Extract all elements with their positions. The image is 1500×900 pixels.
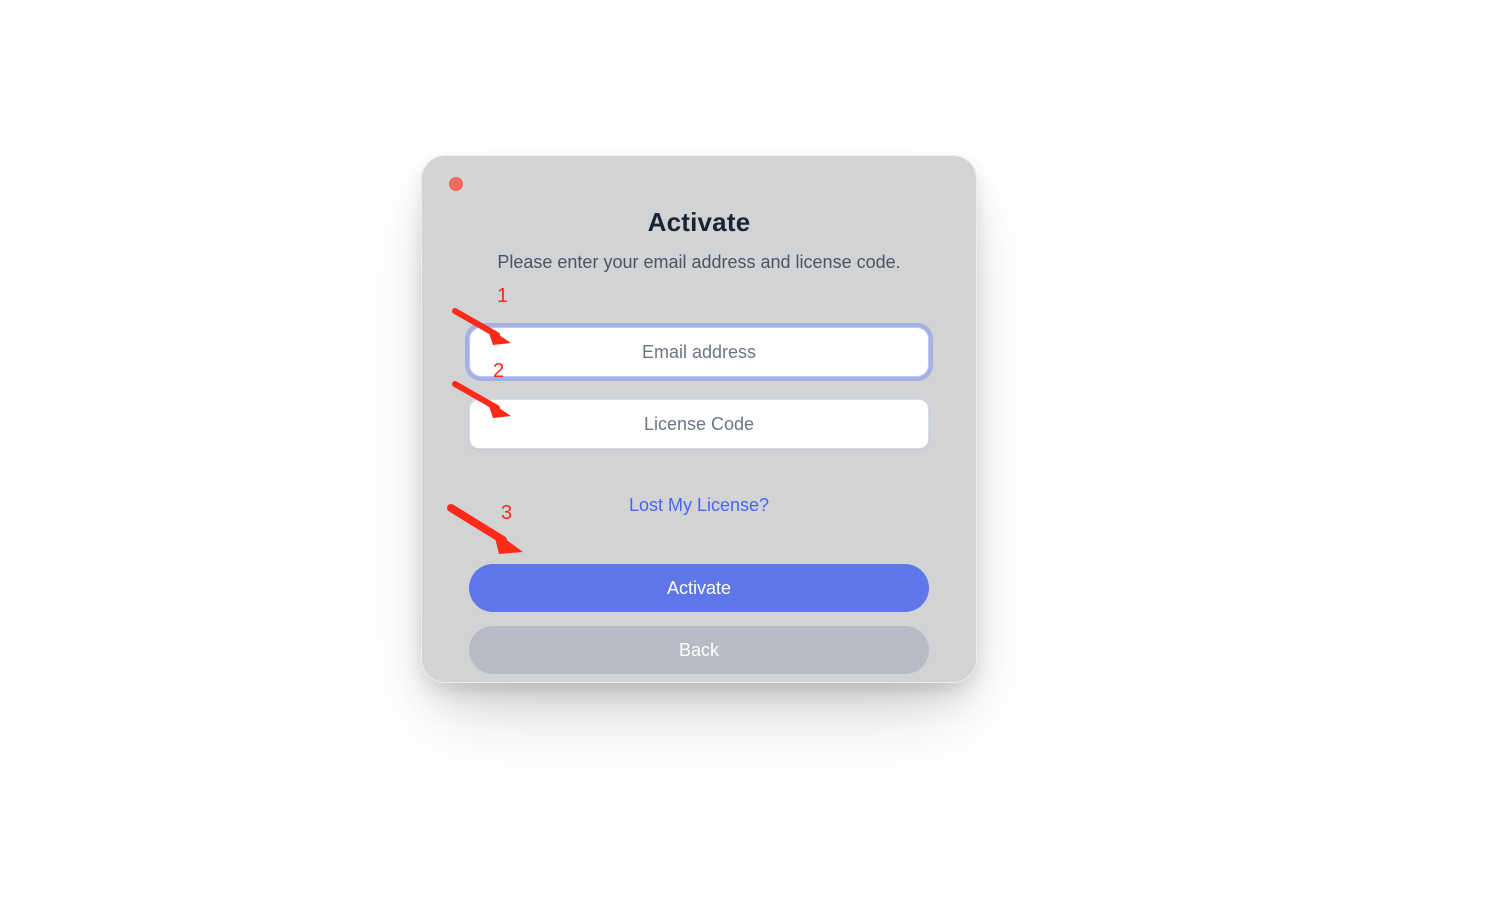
window-close-icon[interactable] — [449, 177, 463, 191]
dialog-subtitle: Please enter your email address and lice… — [497, 252, 900, 273]
input-group — [469, 327, 929, 449]
email-input[interactable] — [469, 327, 929, 377]
activate-dialog: Activate Please enter your email address… — [421, 155, 977, 683]
activate-button[interactable]: Activate — [469, 564, 929, 612]
dialog-title: Activate — [648, 207, 751, 238]
dialog-content: Activate Please enter your email address… — [421, 201, 977, 674]
back-button[interactable]: Back — [469, 626, 929, 674]
button-group: Activate Back — [469, 564, 929, 674]
lost-license-link[interactable]: Lost My License? — [629, 495, 769, 516]
license-code-input[interactable] — [469, 399, 929, 449]
